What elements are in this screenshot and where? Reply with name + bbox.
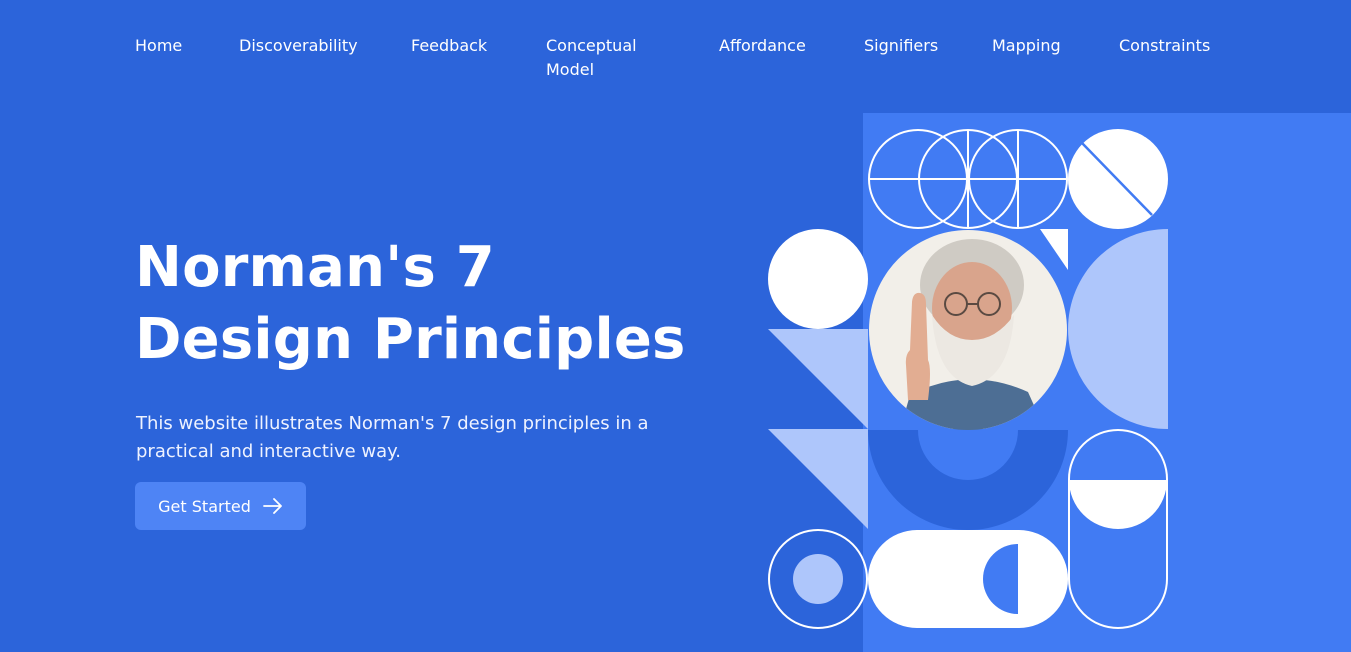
nav-discoverability[interactable]: Discoverability xyxy=(239,34,358,58)
top-navigation: Home Discoverability Feedback Conceptual… xyxy=(0,0,1351,110)
hero-title-line-1: Norman's 7 xyxy=(135,235,495,300)
hero-title: Norman's 7 Design Principles xyxy=(135,232,715,376)
white-circle-shape xyxy=(768,229,868,329)
get-started-button[interactable]: Get Started xyxy=(135,482,306,530)
pill-shape xyxy=(868,530,1068,628)
nav-mapping[interactable]: Mapping xyxy=(992,34,1061,58)
get-started-label: Get Started xyxy=(158,496,251,516)
hero-illustration xyxy=(760,110,1351,652)
hero-description: This website illustrates Norman's 7 desi… xyxy=(136,413,649,462)
nav-constraints[interactable]: Constraints xyxy=(1119,34,1210,58)
slashed-circle-shape xyxy=(1068,129,1168,229)
light-triangle-shape-top xyxy=(768,329,868,429)
nav-feedback[interactable]: Feedback xyxy=(411,34,487,58)
arrow-right-icon xyxy=(262,498,283,514)
hero-title-line-2: Design Principles xyxy=(135,307,686,372)
portrait-cell xyxy=(868,229,1068,430)
target-circle-shape xyxy=(768,529,868,629)
nav-conceptual-model[interactable]: Conceptual Model xyxy=(546,34,656,82)
nav-affordance[interactable]: Affordance xyxy=(719,34,806,58)
arch-shape xyxy=(868,430,1068,530)
light-triangle-shape-bottom xyxy=(768,429,868,529)
nav-home[interactable]: Home xyxy=(135,34,182,58)
nav-signifiers[interactable]: Signifiers xyxy=(864,34,938,58)
